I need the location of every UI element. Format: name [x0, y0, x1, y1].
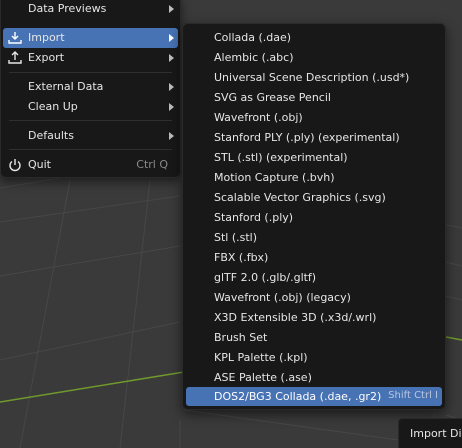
import-item-dos2-bg3-collada[interactable]: DOS2/BG3 Collada (.dae, .gr2) Shift Ctrl…: [186, 387, 442, 406]
import-item-fbx[interactable]: FBX (.fbx): [186, 248, 442, 267]
menu-item-import[interactable]: Import: [3, 28, 178, 48]
menu-item-label: External Data: [28, 80, 104, 93]
import-item-label: Stanford PLY (.ply) (experimental): [214, 131, 400, 144]
submenu-arrow-icon: [169, 103, 174, 111]
import-item-label: Wavefront (.obj): [214, 111, 303, 124]
menu-item-label: Data Previews: [28, 2, 107, 15]
menu-separator: [9, 72, 172, 73]
menu-item-export[interactable]: Export: [3, 48, 178, 68]
menu-separator: [9, 120, 172, 121]
import-item-x3d[interactable]: X3D Extensible 3D (.x3d/.wrl): [186, 308, 442, 327]
menu-separator: [9, 149, 172, 150]
menu-item-data-previews[interactable]: Data Previews: [3, 0, 178, 19]
menu-item-defaults[interactable]: Defaults: [3, 126, 178, 146]
import-div-label: Import Div: [410, 427, 462, 440]
export-icon: [7, 50, 23, 66]
submenu-arrow-icon: [169, 54, 174, 62]
import-item-label: KPL Palette (.kpl): [214, 351, 308, 364]
submenu-arrow-icon: [169, 83, 174, 91]
import-item-label: ASE Palette (.ase): [214, 371, 312, 384]
import-item-gltf[interactable]: glTF 2.0 (.glb/.gltf): [186, 268, 442, 287]
import-item-usd[interactable]: Universal Scene Description (.usd*): [186, 68, 442, 87]
import-item-wavefront-obj-legacy[interactable]: Wavefront (.obj) (legacy): [186, 288, 442, 307]
import-item-label: FBX (.fbx): [214, 251, 269, 264]
menu-item-quit[interactable]: Quit Ctrl Q: [3, 155, 178, 175]
shortcut-label: Ctrl Q: [136, 158, 168, 171]
import-item-stl[interactable]: Stl (.stl): [186, 228, 442, 247]
menu-item-clean-up[interactable]: Clean Up: [3, 97, 178, 117]
submenu-arrow-icon: [169, 34, 174, 42]
import-item-stanford-ply-experimental[interactable]: Stanford PLY (.ply) (experimental): [186, 128, 442, 147]
import-item-svg-grease-pencil[interactable]: SVG as Grease Pencil: [186, 88, 442, 107]
menu-item-label: Import: [28, 31, 65, 44]
import-item-ase-palette[interactable]: ASE Palette (.ase): [186, 368, 442, 387]
import-item-kpl-palette[interactable]: KPL Palette (.kpl): [186, 348, 442, 367]
import-item-stanford-ply[interactable]: Stanford (.ply): [186, 208, 442, 227]
import-item-label: Stanford (.ply): [214, 211, 294, 224]
import-item-svg[interactable]: Scalable Vector Graphics (.svg): [186, 188, 442, 207]
import-icon: [7, 30, 23, 46]
import-item-wavefront-obj[interactable]: Wavefront (.obj): [186, 108, 442, 127]
import-item-alembic[interactable]: Alembic (.abc): [186, 48, 442, 67]
import-item-label: Brush Set: [214, 331, 268, 344]
import-item-label: SVG as Grease Pencil: [214, 91, 331, 104]
import-item-stl-experimental[interactable]: STL (.stl) (experimental): [186, 148, 442, 167]
import-item-label: Stl (.stl): [214, 231, 258, 244]
menu-item-label: Quit: [28, 158, 51, 171]
import-item-label: X3D Extensible 3D (.x3d/.wrl): [214, 311, 377, 324]
submenu-arrow-icon: [169, 132, 174, 140]
import-item-motion-capture[interactable]: Motion Capture (.bvh): [186, 168, 442, 187]
import-item-label: Wavefront (.obj) (legacy): [214, 291, 351, 304]
power-icon: [7, 157, 23, 173]
import-item-collada[interactable]: Collada (.dae): [186, 28, 442, 47]
menu-item-label: Export: [28, 51, 65, 64]
import-item-label: glTF 2.0 (.glb/.gltf): [214, 271, 317, 284]
menu-item-label: Clean Up: [28, 100, 78, 113]
file-menu: Data Previews Import Export External Dat…: [0, 0, 181, 178]
shortcut-label: Shift Ctrl I: [388, 390, 438, 401]
import-submenu: Collada (.dae) Alembic (.abc) Universal …: [182, 23, 446, 410]
import-item-label: Scalable Vector Graphics (.svg): [214, 191, 386, 204]
menu-item-external-data[interactable]: External Data: [3, 77, 178, 97]
submenu-arrow-icon: [169, 5, 174, 13]
import-item-label: Collada (.dae): [214, 31, 292, 44]
menu-item-label: Defaults: [28, 129, 74, 142]
import-item-label: Universal Scene Description (.usd*): [214, 71, 410, 84]
import-item-label: Alembic (.abc): [214, 51, 294, 64]
import-item-label: STL (.stl) (experimental): [214, 151, 348, 164]
import-div-panel[interactable]: Import Div: [398, 418, 462, 448]
import-item-label: Motion Capture (.bvh): [214, 171, 335, 184]
import-item-label: DOS2/BG3 Collada (.dae, .gr2): [214, 390, 382, 403]
import-item-brush-set[interactable]: Brush Set: [186, 328, 442, 347]
